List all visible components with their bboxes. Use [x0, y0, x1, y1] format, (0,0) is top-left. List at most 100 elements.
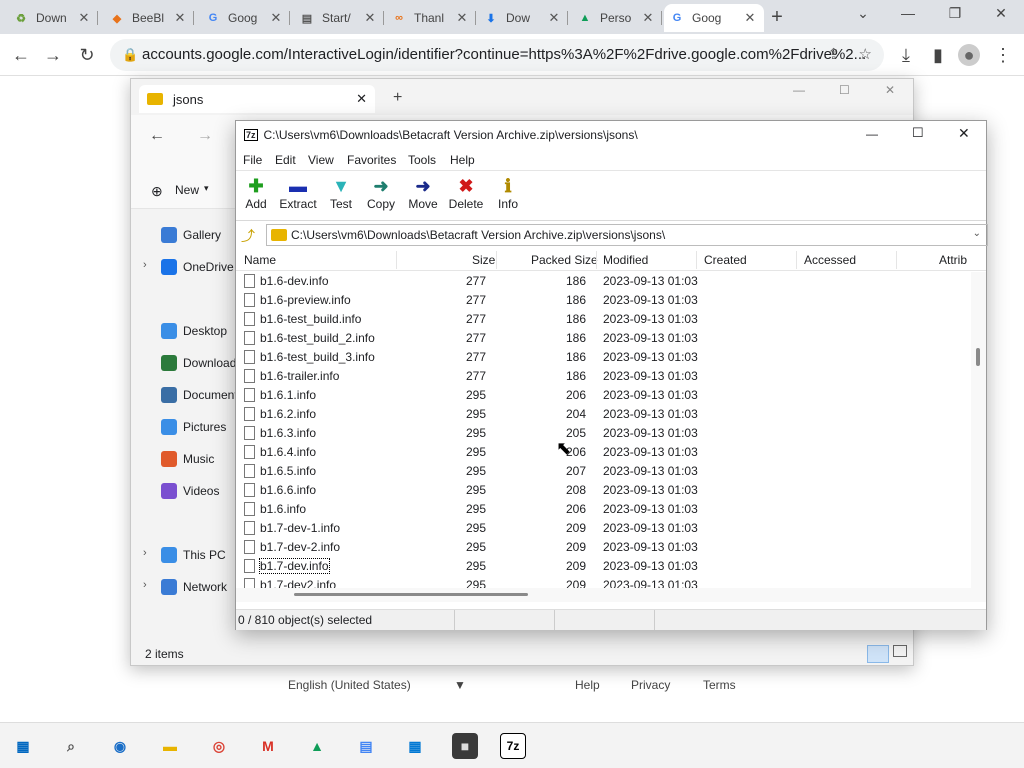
- file-row[interactable]: b1.6.3.info 295 205 2023-09-13 01:03: [236, 424, 971, 443]
- file-row[interactable]: b1.6.info 295 206 2023-09-13 01:03: [236, 500, 971, 519]
- new-tab-icon[interactable]: +: [393, 89, 402, 107]
- tab-close-icon[interactable]: ✕: [76, 10, 92, 26]
- browser-tab[interactable]: G Goog ✕: [200, 4, 290, 32]
- 7zip-minimize-icon[interactable]: —: [866, 127, 878, 141]
- browser-tab[interactable]: G Goog ✕: [664, 4, 764, 32]
- column-divider[interactable]: [796, 251, 797, 269]
- column-header-accessed[interactable]: Accessed: [804, 253, 856, 267]
- taskbar-chrome-icon[interactable]: ◎: [206, 733, 232, 759]
- tab-close-icon[interactable]: ✕: [362, 10, 378, 26]
- tab-close-icon[interactable]: ✕: [742, 10, 758, 26]
- menu-favorites[interactable]: Favorites: [347, 153, 396, 167]
- close-icon[interactable]: ✕: [986, 5, 1016, 22]
- taskbar-docs-icon[interactable]: ▤: [353, 733, 379, 759]
- taskbar-search-icon[interactable]: ⌕: [58, 733, 84, 759]
- browser-tab[interactable]: ▤ Start/ ✕: [294, 4, 384, 32]
- file-row[interactable]: b1.7-dev.info 295 209 2023-09-13 01:03: [236, 557, 971, 576]
- taskbar-start-icon[interactable]: ▦: [10, 733, 36, 759]
- column-divider[interactable]: [596, 251, 597, 269]
- column-header-name[interactable]: Name: [244, 253, 276, 267]
- up-folder-icon[interactable]: ⤴: [241, 226, 255, 246]
- taskbar-edge-beta-icon[interactable]: ◉: [107, 733, 133, 759]
- 7zip-close-icon[interactable]: ✕: [958, 125, 970, 142]
- terms-link[interactable]: Terms: [703, 678, 736, 692]
- add-button[interactable]: ✚ Add: [233, 175, 279, 212]
- nav-item-music[interactable]: Music: [161, 448, 237, 470]
- tab-close-icon[interactable]: ✕: [546, 10, 562, 26]
- menu-help[interactable]: Help: [450, 153, 475, 167]
- taskbar-store-icon[interactable]: ▦: [402, 733, 428, 759]
- nav-item-desktop[interactable]: Desktop: [161, 320, 237, 342]
- profile-avatar[interactable]: ●: [958, 44, 980, 66]
- expand-chevron-icon[interactable]: ›: [143, 579, 147, 591]
- expand-chevron-icon[interactable]: ›: [143, 547, 147, 559]
- new-tab-button[interactable]: +: [766, 6, 788, 29]
- column-divider[interactable]: [496, 251, 497, 269]
- explorer-maximize-icon[interactable]: ☐: [839, 83, 850, 97]
- vertical-scrollbar[interactable]: [971, 272, 986, 588]
- file-row[interactable]: b1.6.1.info 295 206 2023-09-13 01:03: [236, 386, 971, 405]
- menu-tools[interactable]: Tools: [408, 153, 436, 167]
- tab-close-icon[interactable]: ✕: [454, 10, 470, 26]
- expand-chevron-icon[interactable]: ›: [143, 259, 147, 271]
- menu-view[interactable]: View: [308, 153, 334, 167]
- menu-file[interactable]: File: [243, 153, 262, 167]
- tiles-view-icon[interactable]: [893, 645, 907, 657]
- language-dropdown-icon[interactable]: ▼: [454, 678, 466, 692]
- column-divider[interactable]: [396, 251, 397, 269]
- menu-edit[interactable]: Edit: [275, 153, 296, 167]
- browser-tab[interactable]: ▲ Perso ✕: [572, 4, 662, 32]
- nav-item-onedrive[interactable]: OneDrive: [161, 256, 237, 278]
- tab-close-icon[interactable]: ✕: [640, 10, 656, 26]
- horizontal-scroll-thumb[interactable]: [294, 593, 528, 596]
- taskbar-game-icon[interactable]: ■: [452, 733, 478, 759]
- file-row[interactable]: b1.6.5.info 295 207 2023-09-13 01:03: [236, 462, 971, 481]
- address-dropdown-icon[interactable]: ⌄: [973, 228, 981, 239]
- taskbar-drive-icon[interactable]: ▲: [304, 733, 330, 759]
- file-row[interactable]: b1.6.6.info 295 208 2023-09-13 01:03: [236, 481, 971, 500]
- vertical-scroll-thumb[interactable]: [976, 348, 980, 366]
- browser-tab[interactable]: ♻ Down ✕: [8, 4, 98, 32]
- explorer-close-icon[interactable]: ✕: [885, 83, 895, 97]
- file-row[interactable]: b1.6-dev.info 277 186 2023-09-13 01:03: [236, 272, 971, 291]
- 7zip-maximize-icon[interactable]: ☐: [912, 125, 924, 141]
- details-view-icon[interactable]: [867, 645, 889, 663]
- nav-item-gallery[interactable]: Gallery: [161, 224, 237, 246]
- bookmark-star-icon[interactable]: ☆: [859, 39, 872, 71]
- share-icon[interactable]: ⇪: [827, 39, 840, 71]
- maximize-icon[interactable]: ❐: [940, 5, 970, 22]
- browser-tab[interactable]: ◆ BeeBl ✕: [104, 4, 194, 32]
- explorer-tab[interactable]: jsons ✕: [139, 85, 375, 113]
- file-row[interactable]: b1.7-dev-2.info 295 209 2023-09-13 01:03: [236, 538, 971, 557]
- file-row[interactable]: b1.6-test_build.info 277 186 2023-09-13 01:…: [236, 310, 971, 329]
- close-tab-icon[interactable]: ✕: [356, 91, 367, 107]
- taskbar-file-explorer-icon[interactable]: ▬: [157, 733, 183, 759]
- column-header-modified[interactable]: Modified: [603, 253, 648, 267]
- tab-close-icon[interactable]: ✕: [268, 10, 284, 26]
- column-header-attrib[interactable]: Attrib: [939, 253, 967, 267]
- download-icon[interactable]: ⤓: [895, 44, 917, 66]
- file-row[interactable]: b1.6.4.info 295 206 2023-09-13 01:03: [236, 443, 971, 462]
- tab-close-icon[interactable]: ✕: [172, 10, 188, 26]
- tab-search-icon[interactable]: ⌄: [848, 5, 878, 22]
- menu-kebab-icon[interactable]: ⋮: [992, 44, 1014, 66]
- explorer-forward-icon[interactable]: →: [197, 127, 213, 145]
- delete-button[interactable]: ✖ Delete: [443, 175, 489, 212]
- horizontal-scrollbar[interactable]: [236, 588, 986, 602]
- language-select[interactable]: English (United States): [288, 678, 411, 692]
- taskbar-7zip-icon[interactable]: 7z: [500, 733, 526, 759]
- explorer-back-icon[interactable]: ←: [149, 127, 165, 145]
- browser-tab[interactable]: ∞ Thanl ✕: [386, 4, 476, 32]
- nav-item-videos[interactable]: Videos: [161, 480, 237, 502]
- nav-item-documents[interactable]: Documents: [161, 384, 237, 406]
- file-row[interactable]: b1.7-dev2.info 295 209 2023-09-13 01:03: [236, 576, 971, 588]
- column-divider[interactable]: [896, 251, 897, 269]
- file-row[interactable]: b1.6-trailer.info 277 186 2023-09-13 01:03: [236, 367, 971, 386]
- nav-item-this-pc[interactable]: This PC: [161, 544, 237, 566]
- copy-button[interactable]: ➜ Copy: [358, 175, 404, 212]
- file-row[interactable]: b1.7-dev-1.info 295 209 2023-09-13 01:03: [236, 519, 971, 538]
- column-header-created[interactable]: Created: [704, 253, 747, 267]
- minimize-icon[interactable]: —: [893, 5, 923, 21]
- reload-icon[interactable]: ↻: [76, 44, 98, 66]
- address-bar[interactable]: 🔒 accounts.google.com/InteractiveLogin/i…: [110, 39, 884, 71]
